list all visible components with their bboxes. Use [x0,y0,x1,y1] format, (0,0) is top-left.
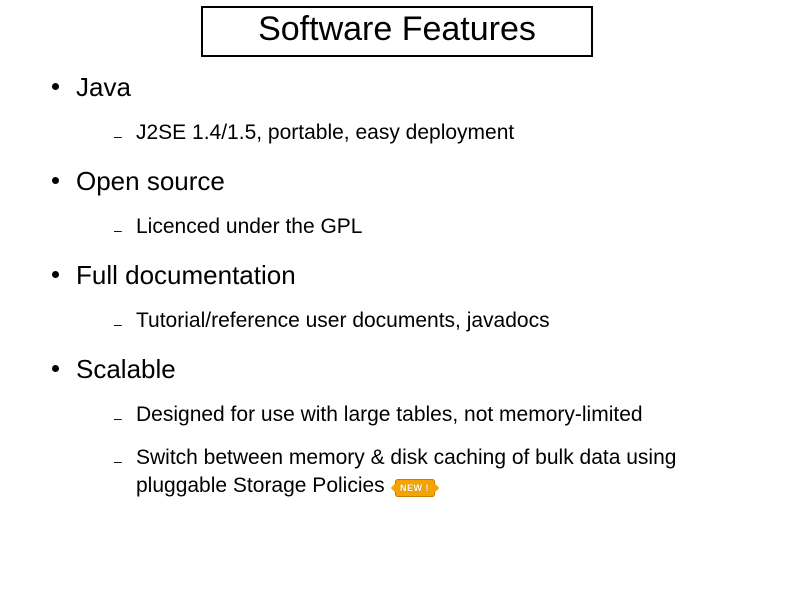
list-item: Scalable – Designed for use with large t… [76,353,764,500]
sub-label: Licenced under the GPL [136,215,363,238]
bullet-icon [52,365,59,372]
slide-title: Software Features [201,6,593,57]
sub-list-item: – Tutorial/reference user documents, jav… [136,307,764,335]
sub-list-item: – Switch between memory & disk caching o… [136,444,764,501]
bullet-icon [52,177,59,184]
bullet-icon [52,83,59,90]
slide: Software Features Java – J2SE 1.4/1.5, p… [0,0,794,595]
dash-icon: – [114,317,122,331]
feature-label: Java [76,72,131,102]
list-item: Java – J2SE 1.4/1.5, portable, easy depl… [76,71,764,147]
feature-label: Open source [76,166,225,196]
feature-list: Java – J2SE 1.4/1.5, portable, easy depl… [30,71,764,501]
feature-label: Full documentation [76,260,296,290]
bullet-icon [52,271,59,278]
dash-icon: – [114,411,122,425]
dash-icon: – [114,454,122,468]
feature-label: Scalable [76,354,176,384]
sub-list: – J2SE 1.4/1.5, portable, easy deploymen… [76,119,764,147]
list-item: Open source – Licenced under the GPL [76,165,764,241]
dash-icon: – [114,223,122,237]
sub-list-item: – Licenced under the GPL [136,213,764,241]
new-badge-text: NEW ! [400,482,429,494]
sub-list: – Licenced under the GPL [76,213,764,241]
sub-list: – Designed for use with large tables, no… [76,401,764,500]
sub-label: Designed for use with large tables, not … [136,403,643,426]
dash-icon: – [114,129,122,143]
sub-list-item: – J2SE 1.4/1.5, portable, easy deploymen… [136,119,764,147]
list-item: Full documentation – Tutorial/reference … [76,259,764,335]
sub-label: Switch between memory & disk caching of … [136,446,676,497]
sub-label: Tutorial/reference user documents, javad… [136,309,550,332]
sub-label: J2SE 1.4/1.5, portable, easy deployment [136,121,514,144]
sub-list-item: – Designed for use with large tables, no… [136,401,764,429]
new-badge-icon: NEW ! [395,471,435,499]
sub-list: – Tutorial/reference user documents, jav… [76,307,764,335]
